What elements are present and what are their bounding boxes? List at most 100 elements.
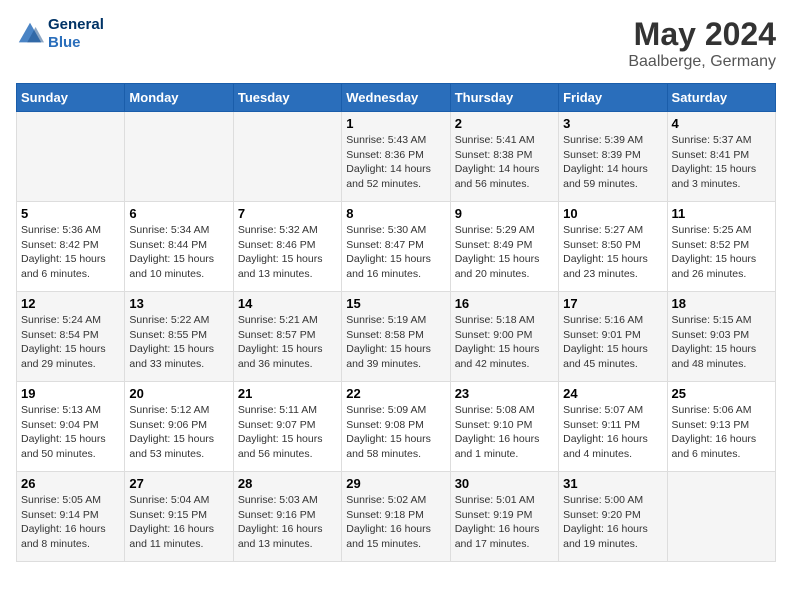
calendar-cell: [17, 112, 125, 202]
weekday-header: Friday: [559, 84, 667, 112]
calendar-cell: 13 Sunrise: 5:22 AMSunset: 8:55 PMDayligh…: [125, 292, 233, 382]
day-number: 2: [455, 116, 554, 131]
calendar-week-row: 19 Sunrise: 5:13 AMSunset: 9:04 PMDayligh…: [17, 382, 776, 472]
day-number: 5: [21, 206, 120, 221]
day-info: Sunrise: 5:13 AMSunset: 9:04 PMDaylight:…: [21, 403, 120, 462]
calendar-cell: 31Sunrise: 5:00 AMSunset: 9:20 PMDayligh…: [559, 472, 667, 562]
day-number: 19: [21, 386, 120, 401]
page-subtitle: Baalberge, Germany: [628, 53, 776, 71]
day-info: Sunrise: 5:36 AMSunset: 8:42 PMDaylight:…: [21, 223, 120, 282]
calendar-cell: 5 Sunrise: 5:36 AMSunset: 8:42 PMDaylight…: [17, 202, 125, 292]
page-title: May 2024: [628, 16, 776, 53]
day-number: 27: [129, 476, 228, 491]
calendar-cell: 30Sunrise: 5:01 AMSunset: 9:19 PMDayligh…: [450, 472, 558, 562]
day-number: 11: [672, 206, 771, 221]
day-number: 3: [563, 116, 662, 131]
day-info: Sunrise: 5:29 AMSunset: 8:49 PMDaylight:…: [455, 223, 554, 282]
calendar-cell: 28 Sunrise: 5:03 AMSunset: 9:16 PMDayligh…: [233, 472, 341, 562]
calendar-cell: 19 Sunrise: 5:13 AMSunset: 9:04 PMDayligh…: [17, 382, 125, 472]
day-info: Sunrise: 5:01 AMSunset: 9:19 PMDaylight:…: [455, 493, 554, 552]
day-info: Sunrise: 5:16 AMSunset: 9:01 PMDaylight:…: [563, 313, 662, 372]
day-number: 1: [346, 116, 445, 131]
day-number: 14: [238, 296, 337, 311]
day-number: 6: [129, 206, 228, 221]
calendar-cell: 11 Sunrise: 5:25 AMSunset: 8:52 PMDayligh…: [667, 202, 775, 292]
title-block: May 2024 Baalberge, Germany: [628, 16, 776, 71]
calendar-cell: 6 Sunrise: 5:34 AMSunset: 8:44 PMDaylight…: [125, 202, 233, 292]
day-number: 22: [346, 386, 445, 401]
calendar-cell: 14 Sunrise: 5:21 AMSunset: 8:57 PMDayligh…: [233, 292, 341, 382]
weekday-header: Wednesday: [342, 84, 450, 112]
day-info: Sunrise: 5:07 AMSunset: 9:11 PMDaylight:…: [563, 403, 662, 462]
day-info: Sunrise: 5:19 AMSunset: 8:58 PMDaylight:…: [346, 313, 445, 372]
weekday-header: Tuesday: [233, 84, 341, 112]
day-info: Sunrise: 5:11 AMSunset: 9:07 PMDaylight:…: [238, 403, 337, 462]
weekday-header: Saturday: [667, 84, 775, 112]
logo-icon: [16, 20, 44, 48]
day-info: Sunrise: 5:43 AMSunset: 8:36 PMDaylight:…: [346, 133, 445, 192]
day-info: Sunrise: 5:22 AMSunset: 8:55 PMDaylight:…: [129, 313, 228, 372]
day-info: Sunrise: 5:39 AMSunset: 8:39 PMDaylight:…: [563, 133, 662, 192]
calendar-cell: [125, 112, 233, 202]
day-info: Sunrise: 5:24 AMSunset: 8:54 PMDaylight:…: [21, 313, 120, 372]
day-number: 15: [346, 296, 445, 311]
day-number: 9: [455, 206, 554, 221]
calendar-week-row: 26Sunrise: 5:05 AMSunset: 9:14 PMDayligh…: [17, 472, 776, 562]
day-info: Sunrise: 5:30 AMSunset: 8:47 PMDaylight:…: [346, 223, 445, 282]
calendar-week-row: 5 Sunrise: 5:36 AMSunset: 8:42 PMDaylight…: [17, 202, 776, 292]
day-info: Sunrise: 5:27 AMSunset: 8:50 PMDaylight:…: [563, 223, 662, 282]
day-info: Sunrise: 5:05 AMSunset: 9:14 PMDaylight:…: [21, 493, 120, 552]
weekday-header: Monday: [125, 84, 233, 112]
day-info: Sunrise: 5:25 AMSunset: 8:52 PMDaylight:…: [672, 223, 771, 282]
day-number: 28: [238, 476, 337, 491]
day-info: Sunrise: 5:34 AMSunset: 8:44 PMDaylight:…: [129, 223, 228, 282]
day-number: 16: [455, 296, 554, 311]
day-number: 29: [346, 476, 445, 491]
calendar-cell: 20Sunrise: 5:12 AMSunset: 9:06 PMDayligh…: [125, 382, 233, 472]
day-number: 18: [672, 296, 771, 311]
day-number: 12: [21, 296, 120, 311]
calendar-cell: 24 Sunrise: 5:07 AMSunset: 9:11 PMDayligh…: [559, 382, 667, 472]
calendar-cell: [233, 112, 341, 202]
day-number: 31: [563, 476, 662, 491]
day-info: Sunrise: 5:09 AMSunset: 9:08 PMDaylight:…: [346, 403, 445, 462]
day-number: 13: [129, 296, 228, 311]
calendar-cell: 7Sunrise: 5:32 AMSunset: 8:46 PMDaylight…: [233, 202, 341, 292]
day-info: Sunrise: 5:03 AMSunset: 9:16 PMDaylight:…: [238, 493, 337, 552]
calendar-week-row: 12 Sunrise: 5:24 AMSunset: 8:54 PMDayligh…: [17, 292, 776, 382]
weekday-header: Thursday: [450, 84, 558, 112]
calendar-cell: 10 Sunrise: 5:27 AMSunset: 8:50 PMDayligh…: [559, 202, 667, 292]
day-number: 8: [346, 206, 445, 221]
calendar-table: SundayMondayTuesdayWednesdayThursdayFrid…: [16, 83, 776, 562]
calendar-cell: 23Sunrise: 5:08 AMSunset: 9:10 PMDayligh…: [450, 382, 558, 472]
day-number: 25: [672, 386, 771, 401]
day-number: 7: [238, 206, 337, 221]
day-info: Sunrise: 5:21 AMSunset: 8:57 PMDaylight:…: [238, 313, 337, 372]
calendar-cell: 16 Sunrise: 5:18 AMSunset: 9:00 PMDayligh…: [450, 292, 558, 382]
calendar-cell: 22 Sunrise: 5:09 AMSunset: 9:08 PMDayligh…: [342, 382, 450, 472]
page-header: General Blue May 2024 Baalberge, Germany: [16, 16, 776, 71]
day-info: Sunrise: 5:41 AMSunset: 8:38 PMDaylight:…: [455, 133, 554, 192]
calendar-cell: 8 Sunrise: 5:30 AMSunset: 8:47 PMDaylight…: [342, 202, 450, 292]
day-info: Sunrise: 5:04 AMSunset: 9:15 PMDaylight:…: [129, 493, 228, 552]
logo: General Blue: [16, 16, 104, 52]
day-info: Sunrise: 5:18 AMSunset: 9:00 PMDaylight:…: [455, 313, 554, 372]
day-number: 17: [563, 296, 662, 311]
day-number: 10: [563, 206, 662, 221]
day-number: 23: [455, 386, 554, 401]
calendar-cell: 1 Sunrise: 5:43 AMSunset: 8:36 PMDaylight…: [342, 112, 450, 202]
day-info: Sunrise: 5:06 AMSunset: 9:13 PMDaylight:…: [672, 403, 771, 462]
day-number: 4: [672, 116, 771, 131]
calendar-cell: [667, 472, 775, 562]
calendar-cell: 27 Sunrise: 5:04 AMSunset: 9:15 PMDayligh…: [125, 472, 233, 562]
day-info: Sunrise: 5:37 AMSunset: 8:41 PMDaylight:…: [672, 133, 771, 192]
calendar-cell: 17 Sunrise: 5:16 AMSunset: 9:01 PMDayligh…: [559, 292, 667, 382]
calendar-cell: 21Sunrise: 5:11 AMSunset: 9:07 PMDayligh…: [233, 382, 341, 472]
day-number: 20: [129, 386, 228, 401]
calendar-cell: 9 Sunrise: 5:29 AMSunset: 8:49 PMDaylight…: [450, 202, 558, 292]
calendar-cell: 26Sunrise: 5:05 AMSunset: 9:14 PMDayligh…: [17, 472, 125, 562]
calendar-cell: 25 Sunrise: 5:06 AMSunset: 9:13 PMDayligh…: [667, 382, 775, 472]
weekday-header-row: SundayMondayTuesdayWednesdayThursdayFrid…: [17, 84, 776, 112]
calendar-cell: 4 Sunrise: 5:37 AMSunset: 8:41 PMDaylight…: [667, 112, 775, 202]
day-number: 24: [563, 386, 662, 401]
